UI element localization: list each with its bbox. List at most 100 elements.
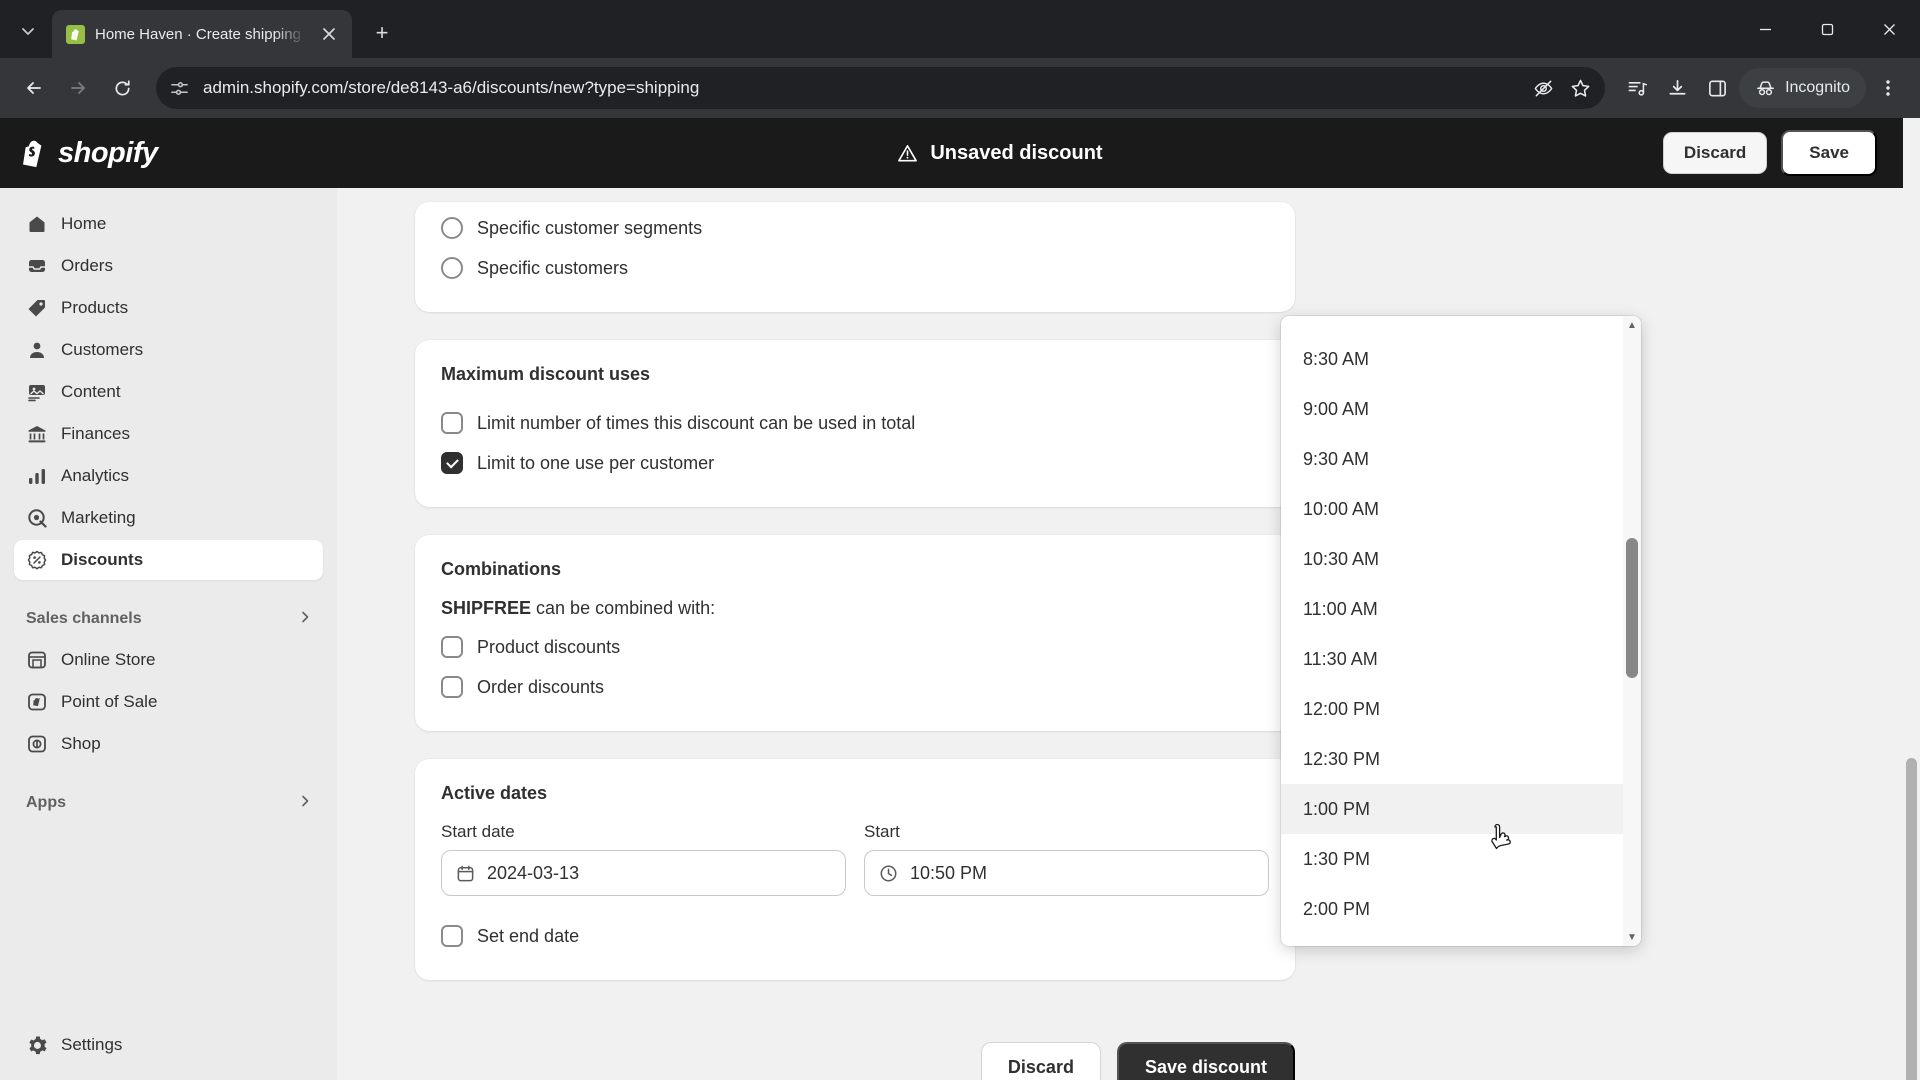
reload-icon[interactable] [102,68,142,108]
checkbox-icon[interactable] [441,676,463,698]
incognito-hat-icon [1755,78,1776,99]
radio-icon[interactable] [441,217,463,239]
back-arrow-icon[interactable] [14,68,54,108]
time-option-list: 8:30 AM 9:00 AM 9:30 AM 10:00 AM 10:30 A… [1281,316,1623,946]
sidebar-item-home[interactable]: Home [14,204,323,244]
time-option[interactable]: 12:30 PM [1281,734,1623,784]
time-option[interactable]: 1:30 PM [1281,834,1623,884]
sidebar-item-analytics[interactable]: Analytics [14,456,323,496]
card-combinations: Combinations SHIPFREE can be combined wi… [415,535,1295,731]
checkbox-icon[interactable] [441,412,463,434]
new-tab-button[interactable]: + [364,15,400,51]
time-option-hovered[interactable]: 1:00 PM [1281,784,1623,834]
megaphone-target-icon [26,507,48,529]
time-dropdown[interactable]: 8:30 AM 9:00 AM 9:30 AM 10:00 AM 10:30 A… [1281,316,1641,946]
home-icon [26,213,48,235]
sidebar-item-content[interactable]: Content [14,372,323,412]
shopify-brand[interactable]: shopify [0,137,337,170]
option-label: Specific customer segments [477,217,703,238]
admin-sidebar: Home Orders Products Customers Content F… [0,118,337,1080]
sidebar-item-marketing[interactable]: Marketing [14,498,323,538]
checkbox-icon[interactable] [441,925,463,947]
sidebar-section-sales-channels[interactable]: Sales channels [14,600,323,638]
option-label: Product discounts [477,636,621,657]
field-label: Start [864,822,900,841]
checkbox-icon[interactable] [441,452,463,474]
sidebar-item-discounts[interactable]: Discounts [14,540,323,580]
topbar-status: Unsaved discount [337,142,1663,165]
sidebar-item-orders[interactable]: Orders [14,246,323,286]
checkbox-row-order-discounts[interactable]: Order discounts [441,667,1269,707]
time-option[interactable]: 11:00 AM [1281,584,1623,634]
sidebar-item-settings[interactable]: Settings [0,1034,337,1080]
start-time-input[interactable]: 10:50 PM [864,850,1269,896]
sidebar-item-label: Analytics [61,466,130,485]
address-bar[interactable]: admin.shopify.com/store/de8143-a6/discou… [156,67,1606,109]
save-discount-button[interactable]: Save discount [1116,1042,1295,1080]
tab-search-button[interactable] [8,11,48,51]
eye-off-icon[interactable] [1533,78,1554,99]
triangle-up-icon[interactable]: ▲ [1623,316,1641,334]
page-scrollbar-thumb[interactable] [1906,758,1917,1080]
bookmark-star-icon[interactable] [1570,78,1591,99]
radio-row-specific-segments[interactable]: Specific customer segments [441,208,1269,248]
download-icon[interactable] [1659,70,1695,106]
time-option[interactable]: 8:30 AM [1281,334,1623,384]
time-option[interactable]: 10:30 AM [1281,534,1623,584]
close-tab-icon[interactable] [316,21,342,47]
scrollbar-thumb[interactable] [1626,538,1638,678]
browser-tab[interactable]: Home Haven · Create shipping [52,10,352,58]
discard-button[interactable]: Discard [980,1042,1101,1080]
sidebar-item-point-of-sale[interactable]: Point of Sale [14,682,323,722]
time-option[interactable]: 9:30 AM [1281,434,1623,484]
start-date-input[interactable]: 2024-03-13 [441,850,846,896]
close-window-button[interactable] [1858,0,1920,58]
more-menu-icon[interactable] [1870,70,1906,106]
time-option[interactable]: 11:30 AM [1281,634,1623,684]
profile-incognito-chip[interactable]: Incognito [1739,68,1866,108]
field-label: Start date [441,822,515,841]
page-scrollbar[interactable] [1903,118,1920,1080]
profile-label: Incognito [1785,79,1850,96]
sidebar-item-customers[interactable]: Customers [14,330,323,370]
reading-list-icon[interactable] [1619,70,1655,106]
sidebar-item-finances[interactable]: Finances [14,414,323,454]
topbar-save-button[interactable]: Save [1781,130,1877,176]
site-settings-icon[interactable] [170,79,189,98]
time-option[interactable]: 9:00 AM [1281,384,1623,434]
triangle-down-icon[interactable]: ▼ [1623,928,1641,946]
sidebar-item-shop[interactable]: Shop [14,724,323,764]
price-tag-icon [26,297,48,319]
side-panel-icon[interactable] [1699,70,1735,106]
option-label: Limit to one use per customer [477,452,715,473]
sidebar-item-products[interactable]: Products [14,288,323,328]
page-viewport: Home Orders Products Customers Content F… [0,118,1920,1080]
sidebar-item-label: Products [61,298,129,317]
radio-icon[interactable] [441,257,463,279]
checkbox-row-product-discounts[interactable]: Product discounts [441,627,1269,667]
sidebar-item-label: Content [61,382,121,401]
sidebar-section-apps[interactable]: Apps [14,784,323,822]
checkbox-row-limit-per-customer[interactable]: Limit to one use per customer [441,443,1269,483]
minimize-button[interactable] [1734,0,1796,58]
topbar-discard-button[interactable]: Discard [1662,132,1768,174]
card-title: Active dates [441,783,548,803]
time-option[interactable]: 12:00 PM [1281,684,1623,734]
start-time-value: 10:50 PM [910,862,988,883]
sidebar-item-label: Customers [61,340,144,359]
checkbox-row-limit-total[interactable]: Limit number of times this discount can … [441,403,1269,443]
time-option[interactable]: 10:00 AM [1281,484,1623,534]
sidebar-item-online-store[interactable]: Online Store [14,640,323,680]
window-controls [1734,0,1920,58]
checkbox-icon[interactable] [441,636,463,658]
radio-row-specific-customers[interactable]: Specific customers [441,248,1269,288]
dropdown-scrollbar[interactable]: ▲ ▼ [1623,316,1641,946]
forward-arrow-icon[interactable] [58,68,98,108]
checkbox-row-set-end-date[interactable]: Set end date [441,916,1269,956]
main-scroll-area: Specific customer segments Specific cust… [337,188,1920,1080]
maximize-button[interactable] [1796,0,1858,58]
option-label: Limit number of times this discount can … [477,412,916,433]
orders-inbox-icon [26,255,48,277]
time-option[interactable]: 2:00 PM [1281,884,1623,934]
sidebar-item-label: Discounts [61,550,144,569]
